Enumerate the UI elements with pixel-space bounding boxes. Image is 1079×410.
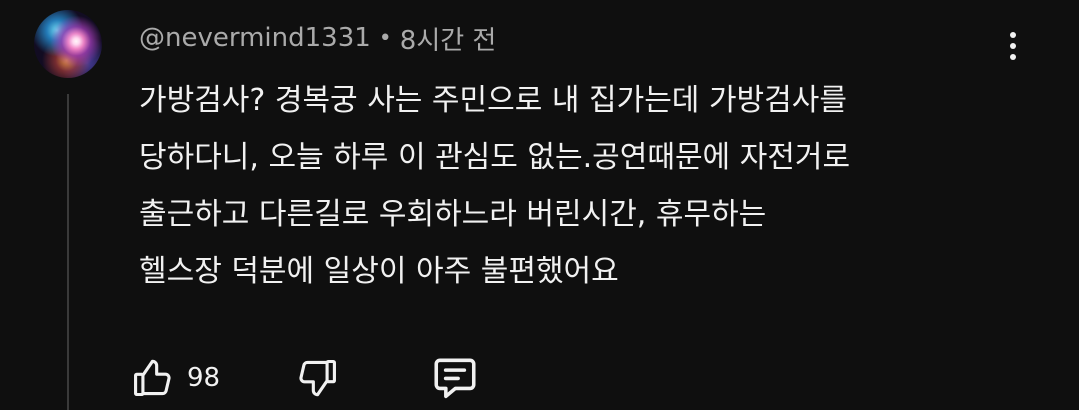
reply-button[interactable] xyxy=(430,350,480,406)
more-vertical-icon-dot xyxy=(1010,54,1016,60)
comment-line: 헬스장 덕분에 일상이 아주 불편했어요 xyxy=(139,254,619,289)
more-vertical-icon xyxy=(1010,32,1016,38)
comment-line: 당하다니, 오늘 하루 이 관심도 없는.공연때문에 자전거로 xyxy=(139,140,851,175)
like-button[interactable]: 98 xyxy=(131,350,220,406)
comment-text: 가방검사? 경복궁 사는 주민으로 내 집가는데 가방검사를 당하다니, 오늘 … xyxy=(139,72,1019,300)
thumbs-down-icon xyxy=(299,359,336,397)
like-count: 98 xyxy=(187,363,221,393)
more-vertical-icon-dot xyxy=(1010,43,1016,49)
comment-actions: 98 xyxy=(0,350,1079,406)
comment-line: 가방검사? 경복궁 사는 주민으로 내 집가는데 가방검사를 xyxy=(139,83,847,118)
thumbs-up-icon xyxy=(134,359,171,397)
separator-dot: • xyxy=(378,25,392,51)
timestamp[interactable]: 8시간 전 xyxy=(400,20,497,57)
comment-header: @nevermind1331 • 8시간 전 xyxy=(139,20,496,56)
more-options-button[interactable] xyxy=(996,24,1030,68)
comment-reply-icon xyxy=(434,358,476,399)
avatar[interactable] xyxy=(34,10,102,78)
dislike-button[interactable] xyxy=(295,350,339,406)
comment-line: 출근하고 다른길로 우회하느라 버린시간, 휴무하는 xyxy=(139,197,767,232)
author-name[interactable]: @nevermind1331 xyxy=(139,23,371,53)
